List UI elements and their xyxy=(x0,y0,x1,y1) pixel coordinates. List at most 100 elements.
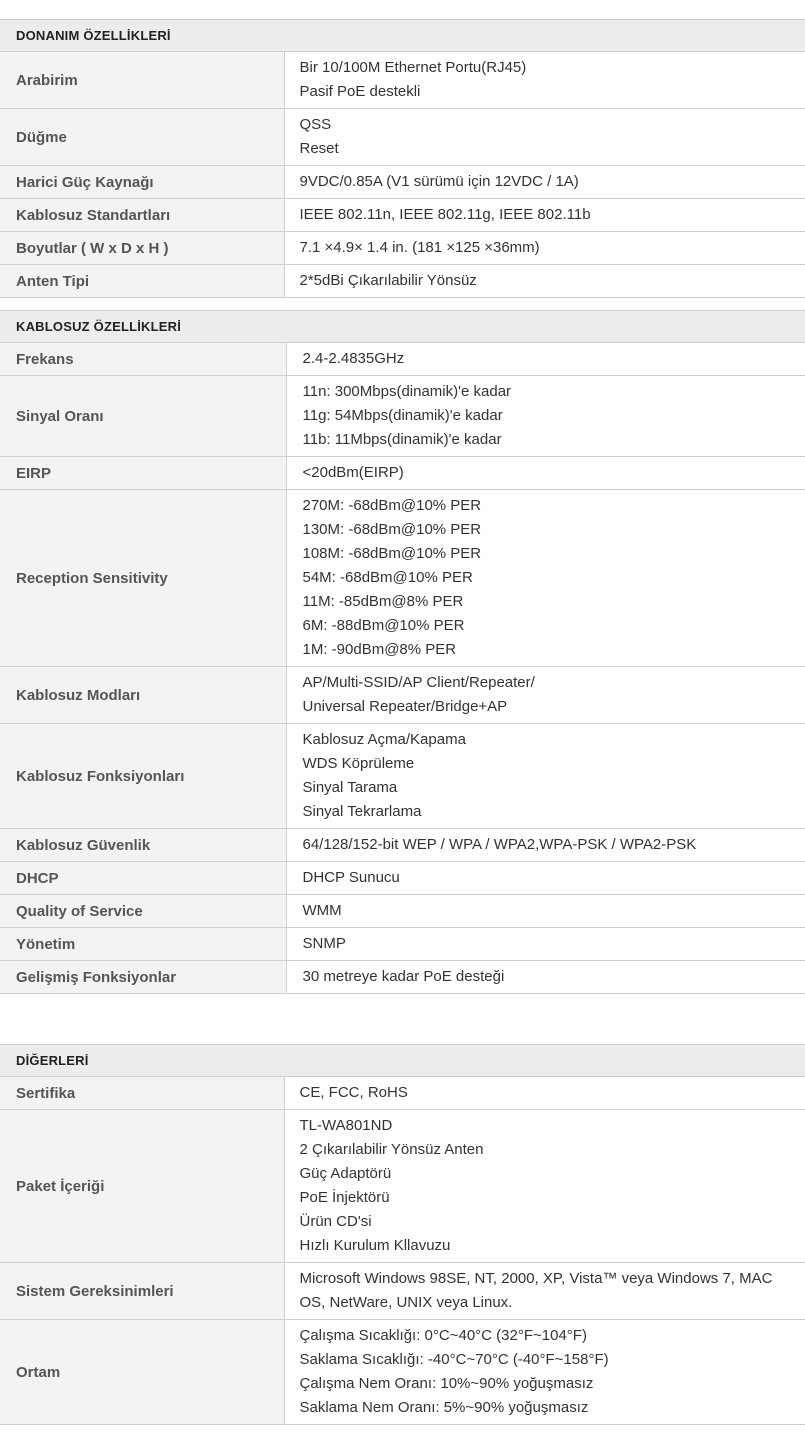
spec-value: QSS Reset xyxy=(284,108,805,166)
spec-value: IEEE 802.11n, IEEE 802.11g, IEEE 802.11b xyxy=(284,198,805,232)
spec-line: SNMP xyxy=(302,935,346,952)
spec-line: WDS Köprüleme xyxy=(302,755,415,772)
spec-label: Harici Güç Kaynağı xyxy=(0,165,285,199)
spec-value: Çalışma Sıcaklığı: 0°C~40°C (32°F~104°F)… xyxy=(284,1319,805,1425)
spec-value: CE, FCC, RoHS xyxy=(284,1076,805,1110)
table-row: Kablosuz Modları AP/Multi-SSID/AP Client… xyxy=(0,666,805,724)
spec-label: Sinyal Oranı xyxy=(0,375,287,457)
spec-line: Bir 10/100M Ethernet Portu(RJ45) xyxy=(299,59,527,76)
spec-line: 7.1 ×4.9× 1.4 in. (181 ×125 ×36mm) xyxy=(299,239,540,256)
spec-label: Kablosuz Modları xyxy=(0,666,287,724)
spec-label: Arabirim xyxy=(0,51,285,109)
spec-label: Yönetim xyxy=(0,927,287,961)
table-row: Reception Sensitivity 270M: -68dBm@10% P… xyxy=(0,489,805,667)
spec-line: Reset xyxy=(299,140,339,157)
spec-line: Saklama Sıcaklığı: -40°C~70°C (-40°F~158… xyxy=(299,1351,609,1368)
spec-value: SNMP xyxy=(286,927,805,961)
spec-line: TL-WA801ND xyxy=(299,1117,393,1134)
spec-line: Universal Repeater/Bridge+AP xyxy=(302,698,508,715)
spec-label: DHCP xyxy=(0,861,287,895)
spec-value: 64/128/152-bit WEP / WPA / WPA2,WPA-PSK … xyxy=(286,828,805,862)
table-row: Anten Tipi 2*5dBi Çıkarılabilir Yönsüz xyxy=(0,264,805,298)
spec-line: IEEE 802.11n, IEEE 802.11g, IEEE 802.11b xyxy=(299,206,591,223)
spec-label: Ortam xyxy=(0,1319,285,1425)
spec-label: Frekans xyxy=(0,342,287,376)
spec-label: EIRP xyxy=(0,456,287,490)
spec-line: 11M: -85dBm@8% PER xyxy=(302,593,464,610)
spec-value: 9VDC/0.85A (V1 sürümü için 12VDC / 1A) xyxy=(284,165,805,199)
spec-value: DHCP Sunucu xyxy=(286,861,805,895)
spec-line: 2*5dBi Çıkarılabilir Yönsüz xyxy=(299,272,477,289)
hardware-spec-table: DONANIM ÖZELLİKLERİ Arabirim Bir 10/100M… xyxy=(0,19,805,298)
spec-value: 7.1 ×4.9× 1.4 in. (181 ×125 ×36mm) xyxy=(284,231,805,265)
table-row: Frekans 2.4-2.4835GHz xyxy=(0,342,805,376)
spec-value: 2.4-2.4835GHz xyxy=(286,342,805,376)
spec-line: Sinyal Tekrarlama xyxy=(302,803,422,820)
spec-value: Bir 10/100M Ethernet Portu(RJ45) Pasif P… xyxy=(284,51,805,109)
spec-line: 64/128/152-bit WEP / WPA / WPA2,WPA-PSK … xyxy=(302,836,697,853)
spec-label: Quality of Service xyxy=(0,894,287,928)
spec-line: Saklama Nem Oranı: 5%~90% yoğuşmasız xyxy=(299,1399,589,1416)
spec-value: Kablosuz Açma/Kapama WDS Köprüleme Sinya… xyxy=(286,723,805,829)
section-title-wireless: KABLOSUZ ÖZELLİKLERİ xyxy=(0,310,805,343)
spec-line: OS, NetWare, UNIX veya Linux. xyxy=(299,1294,513,1311)
table-row: Kablosuz Fonksiyonları Kablosuz Açma/Kap… xyxy=(0,723,805,829)
spec-label: Anten Tipi xyxy=(0,264,285,298)
spec-label: Paket İçeriği xyxy=(0,1109,285,1263)
table-row: Düğme QSS Reset xyxy=(0,108,805,166)
table-row: Kablosuz Standartları IEEE 802.11n, IEEE… xyxy=(0,198,805,232)
spec-label: Kablosuz Standartları xyxy=(0,198,285,232)
table-row: Sinyal Oranı 11n: 300Mbps(dinamik)'e kad… xyxy=(0,375,805,457)
spec-value: 2*5dBi Çıkarılabilir Yönsüz xyxy=(284,264,805,298)
spec-value: 270M: -68dBm@10% PER 130M: -68dBm@10% PE… xyxy=(286,489,805,667)
spec-line: Çalışma Sıcaklığı: 0°C~40°C (32°F~104°F) xyxy=(299,1327,587,1344)
table-row: Ortam Çalışma Sıcaklığı: 0°C~40°C (32°F~… xyxy=(0,1319,805,1425)
table-row: DHCP DHCP Sunucu xyxy=(0,861,805,895)
spec-line: Ürün CD'si xyxy=(299,1213,372,1230)
spec-line: 130M: -68dBm@10% PER xyxy=(302,521,482,538)
spec-line: 11b: 11Mbps(dinamik)'e kadar xyxy=(302,431,502,448)
table-row: Quality of Service WMM xyxy=(0,894,805,928)
spec-label: Reception Sensitivity xyxy=(0,489,287,667)
spec-label: Sertifika xyxy=(0,1076,285,1110)
table-row: Paket İçeriği TL-WA801ND 2 Çıkarılabilir… xyxy=(0,1109,805,1263)
spec-line: Microsoft Windows 98SE, NT, 2000, XP, Vi… xyxy=(299,1270,773,1287)
spec-line: Çalışma Nem Oranı: 10%~90% yoğuşmasız xyxy=(299,1375,594,1392)
spec-line: 2.4-2.4835GHz xyxy=(302,350,405,367)
wireless-spec-table: KABLOSUZ ÖZELLİKLERİ Frekans 2.4-2.4835G… xyxy=(0,310,805,994)
table-row: Yönetim SNMP xyxy=(0,927,805,961)
table-row: Gelişmiş Fonksiyonlar 30 metreye kadar P… xyxy=(0,960,805,994)
spec-line: CE, FCC, RoHS xyxy=(299,1084,408,1101)
table-row: EIRP <20dBm(EIRP) xyxy=(0,456,805,490)
table-row: Kablosuz Güvenlik 64/128/152-bit WEP / W… xyxy=(0,828,805,862)
spec-line: 108M: -68dBm@10% PER xyxy=(302,545,482,562)
spec-line: Güç Adaptörü xyxy=(299,1165,392,1182)
spec-line: 11n: 300Mbps(dinamik)'e kadar xyxy=(302,383,512,400)
spec-line: Pasif PoE destekli xyxy=(299,83,421,100)
table-row: Arabirim Bir 10/100M Ethernet Portu(RJ45… xyxy=(0,51,805,109)
spec-label: Kablosuz Fonksiyonları xyxy=(0,723,287,829)
spec-line: 11g: 54Mbps(dinamik)'e kadar xyxy=(302,407,503,424)
table-row: Harici Güç Kaynağı 9VDC/0.85A (V1 sürümü… xyxy=(0,165,805,199)
spec-label: Kablosuz Güvenlik xyxy=(0,828,287,862)
spec-value: AP/Multi-SSID/AP Client/Repeater/ Univer… xyxy=(286,666,805,724)
spec-value: WMM xyxy=(286,894,805,928)
spec-line: DHCP Sunucu xyxy=(302,869,400,886)
spec-line: 1M: -90dBm@8% PER xyxy=(302,641,457,658)
spec-line: Kablosuz Açma/Kapama xyxy=(302,731,466,748)
table-row: Sertifika CE, FCC, RoHS xyxy=(0,1076,805,1110)
spec-line: 2 Çıkarılabilir Yönsüz Anten xyxy=(299,1141,484,1158)
spec-line: <20dBm(EIRP) xyxy=(302,464,404,481)
other-spec-table: DİĞERLERİ Sertifika CE, FCC, RoHS Paket … xyxy=(0,1044,805,1425)
spec-line: 270M: -68dBm@10% PER xyxy=(302,497,482,514)
spec-value: 30 metreye kadar PoE desteği xyxy=(286,960,805,994)
spec-line: 30 metreye kadar PoE desteği xyxy=(302,968,505,985)
table-row: Boyutlar ( W x D x H ) 7.1 ×4.9× 1.4 in.… xyxy=(0,231,805,265)
spec-line: Hızlı Kurulum Kllavuzu xyxy=(299,1237,451,1254)
spec-line: Sinyal Tarama xyxy=(302,779,398,796)
spec-line: 6M: -88dBm@10% PER xyxy=(302,617,465,634)
spec-line: QSS xyxy=(299,116,332,133)
spec-label: Düğme xyxy=(0,108,285,166)
spec-value: 11n: 300Mbps(dinamik)'e kadar 11g: 54Mbp… xyxy=(286,375,805,457)
section-title-other: DİĞERLERİ xyxy=(0,1044,805,1077)
